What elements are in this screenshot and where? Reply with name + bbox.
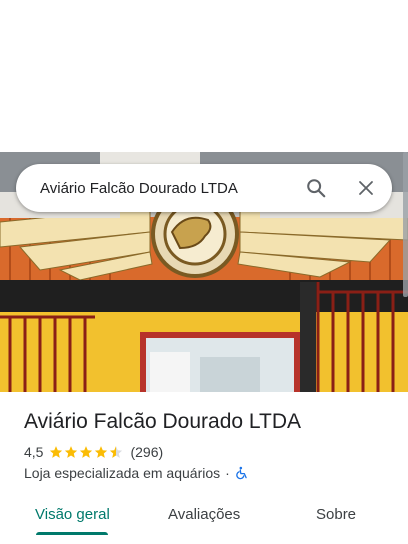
active-tab-indicator xyxy=(36,532,108,535)
reviews-count: (296) xyxy=(130,444,164,460)
star-half-icon xyxy=(110,446,123,458)
tab-sobre[interactable]: Sobre xyxy=(316,506,356,523)
star-icon xyxy=(65,446,78,458)
rating-value: 4,5 xyxy=(24,444,44,460)
blank-top-area xyxy=(0,0,408,152)
star-icon xyxy=(50,446,63,458)
place-category: Loja especializada em aquários xyxy=(24,465,221,481)
rating-row[interactable]: 4,5 (296) xyxy=(24,444,163,460)
tab-visao-geral[interactable]: Visão geral xyxy=(35,506,110,523)
tab-avaliacoes[interactable]: Avaliações xyxy=(168,506,240,523)
close-icon xyxy=(359,181,373,195)
search-bar xyxy=(16,164,392,212)
close-button[interactable] xyxy=(346,168,386,208)
category-row: Loja especializada em aquários · xyxy=(24,465,249,481)
star-icon xyxy=(80,446,93,458)
place-title: Aviário Falcão Dourado LTDA xyxy=(24,410,302,433)
search-input[interactable] xyxy=(16,164,296,212)
search-icon xyxy=(307,179,326,198)
star-icon xyxy=(95,446,108,458)
wheelchair-icon[interactable] xyxy=(235,466,249,480)
rating-stars xyxy=(49,445,124,459)
separator-dot: · xyxy=(225,465,230,481)
tab-bar: Visão geral Avaliações Sobre xyxy=(0,492,408,544)
scrollbar[interactable] xyxy=(403,152,408,297)
search-button[interactable] xyxy=(296,168,336,208)
